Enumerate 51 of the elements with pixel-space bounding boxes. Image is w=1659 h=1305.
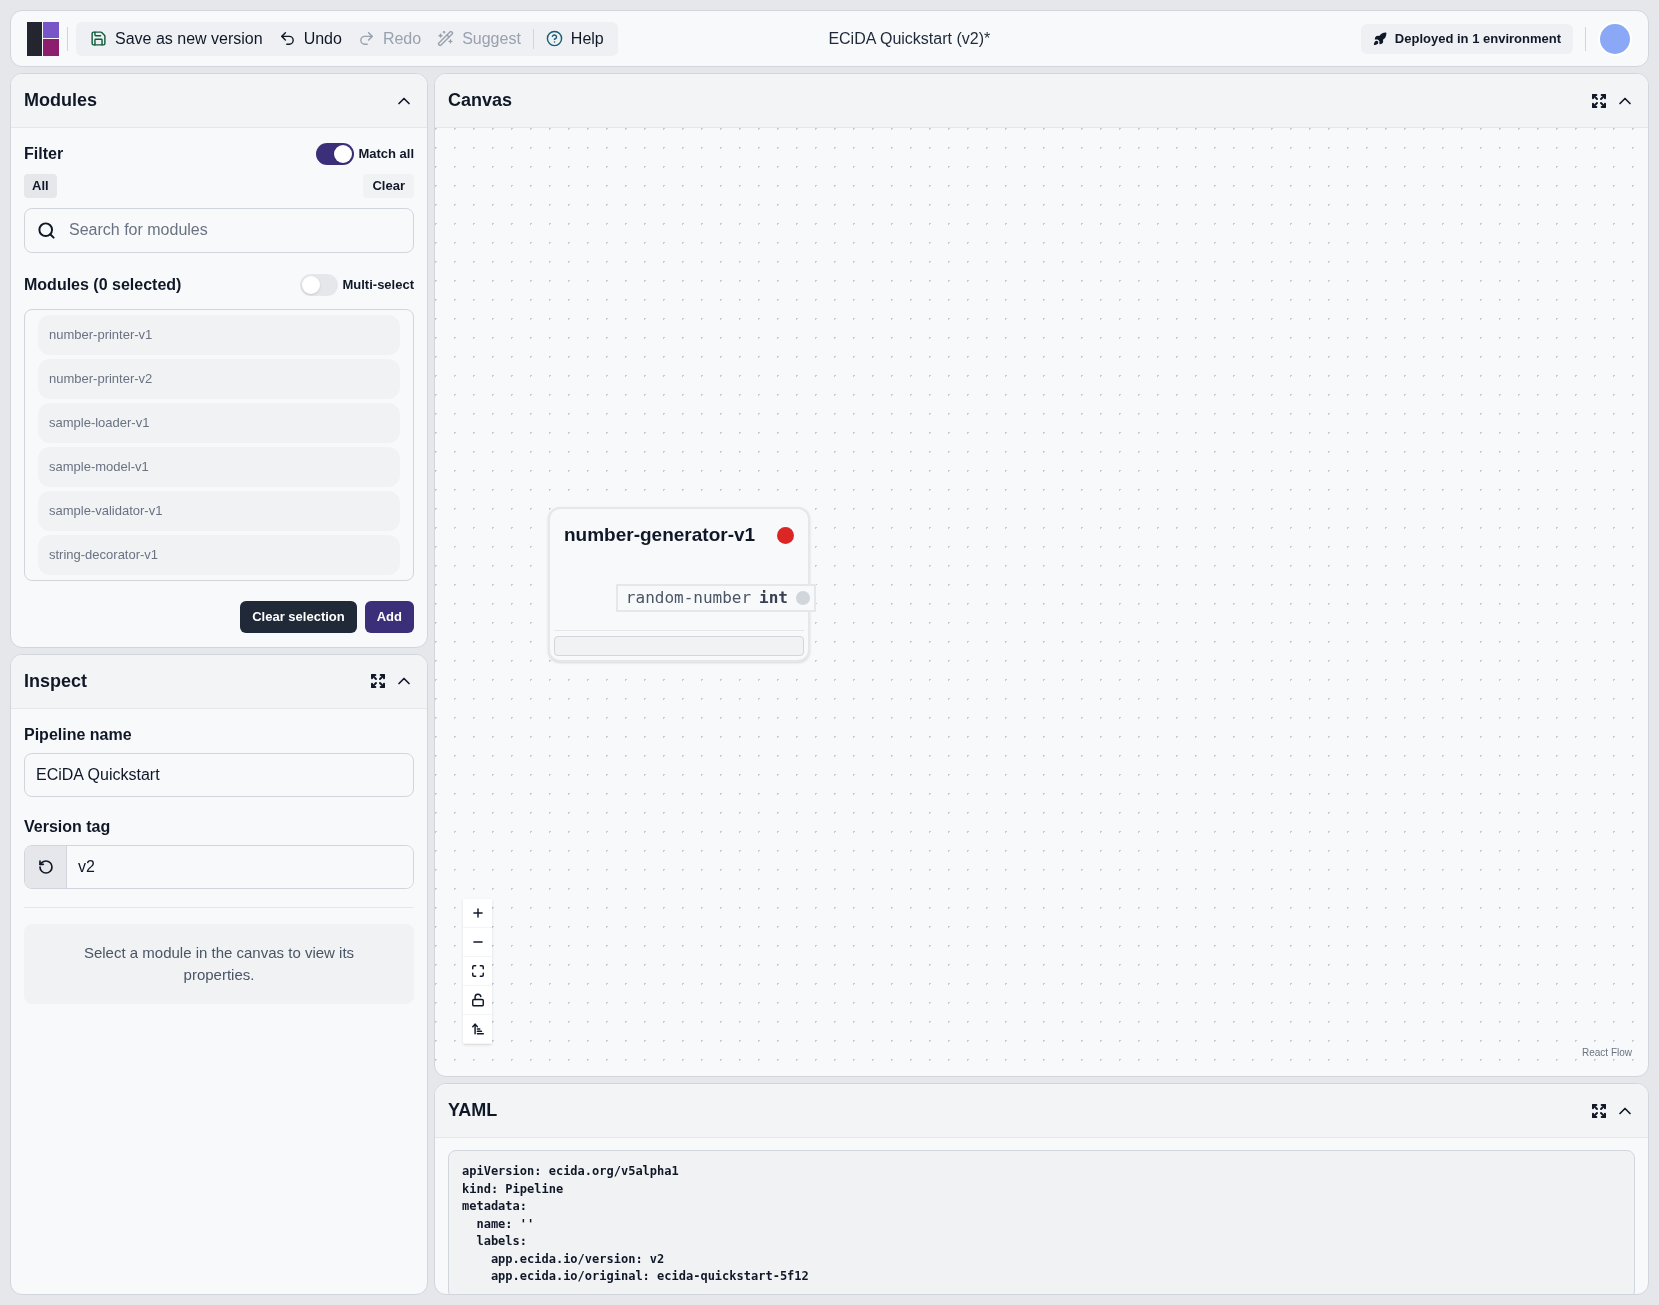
clear-selection-button[interactable]: Clear selection (240, 600, 357, 633)
save-button[interactable]: Save as new version (82, 26, 271, 51)
zoom-in-icon[interactable] (470, 906, 485, 920)
pipeline-name-field[interactable]: ECiDA Quickstart (24, 752, 414, 797)
list-heading: Modules (0 selected) (24, 274, 182, 295)
module-item[interactable]: sample-loader-v1 (38, 402, 400, 443)
undo-button[interactable]: Undo (270, 26, 350, 51)
unlock-icon[interactable] (470, 993, 485, 1007)
filter-label: Filter (24, 144, 64, 164)
module-item[interactable]: number-printer-v1 (38, 314, 400, 355)
app-logo (27, 21, 59, 56)
panel-title: YAML (448, 1099, 498, 1122)
rocket-icon (1372, 31, 1387, 46)
redo-icon (357, 30, 375, 47)
reset-icon[interactable] (37, 858, 54, 875)
filter-chip[interactable]: All (24, 174, 57, 198)
fullscreen-icon[interactable] (1591, 92, 1607, 109)
panel-title: Modules (24, 89, 97, 112)
panel-title: Canvas (448, 89, 513, 112)
toggle-label: Match all (358, 145, 414, 164)
output-port: random-number int (615, 584, 816, 612)
toggle-switch[interactable] (300, 273, 339, 296)
field-label: Pipeline name (24, 724, 133, 745)
toggle-switch[interactable] (316, 143, 355, 165)
undo-icon (278, 30, 296, 47)
sort-icon[interactable] (470, 1022, 485, 1036)
help-icon (545, 30, 563, 47)
module-item[interactable]: sample-model-v1 (38, 446, 400, 487)
module-item[interactable]: string-decorator-v1 (38, 534, 400, 575)
node-title: number-generator-v1 (564, 523, 756, 547)
panel-title: Inspect (24, 669, 88, 693)
add-button[interactable]: Add (364, 600, 414, 633)
save-icon (90, 30, 107, 47)
clear-button[interactable]: Clear (363, 174, 414, 198)
field-label: Version tag (24, 816, 112, 837)
attribution-link[interactable]: React Flow (1582, 1045, 1632, 1060)
document-title: ECiDA Quickstart (v2)* (828, 28, 991, 49)
fit-view-icon[interactable] (470, 964, 485, 978)
module-item[interactable]: sample-validator-v1 (38, 490, 400, 531)
magic-wand-icon (437, 30, 455, 47)
module-item[interactable]: number-printer-v2 (38, 358, 400, 399)
toggle-label: Multi-select (342, 275, 414, 294)
fullscreen-icon[interactable] (370, 673, 386, 689)
fullscreen-icon[interactable] (1591, 1102, 1607, 1119)
version-tag-field[interactable]: v2 (24, 844, 414, 889)
deployment-badge[interactable]: Deployed in 1 environment (1360, 23, 1573, 54)
empty-hint: Select a module in the canvas to view its properties. (24, 923, 414, 1004)
help-button[interactable]: Help (537, 26, 612, 51)
yaml-code: apiVersion: ecida.org/v5alpha1 kind: Pipeline metadata: name: '' labels: app.ecida.io/version: v2 app.ecida.io/original: ecida-quickstart-5f12 (448, 1150, 1635, 1294)
search-icon (37, 220, 56, 240)
search-field[interactable]: Search for modules (24, 207, 414, 253)
